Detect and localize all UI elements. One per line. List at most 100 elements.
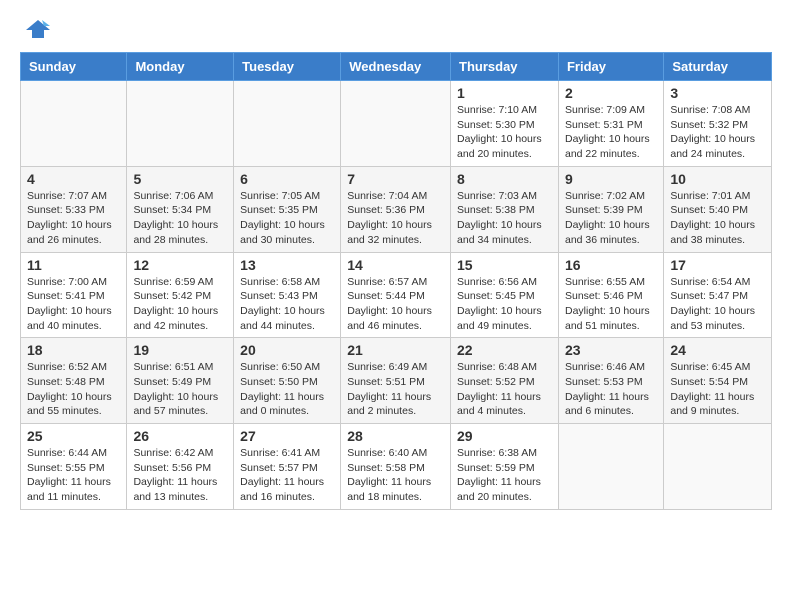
day-number: 5 bbox=[133, 171, 227, 187]
weekday-header-saturday: Saturday bbox=[664, 53, 772, 81]
calendar-cell: 28 Sunrise: 6:40 AM Sunset: 5:58 PM Dayli… bbox=[341, 424, 451, 510]
day-info: Sunrise: 6:40 AM Sunset: 5:58 PM Dayligh… bbox=[347, 446, 444, 505]
day-number: 26 bbox=[133, 428, 227, 444]
day-number: 22 bbox=[457, 342, 552, 358]
day-info: Sunrise: 6:44 AM Sunset: 5:55 PM Dayligh… bbox=[27, 446, 120, 505]
day-info: Sunrise: 7:04 AM Sunset: 5:36 PM Dayligh… bbox=[347, 189, 444, 248]
day-info: Sunrise: 7:03 AM Sunset: 5:38 PM Dayligh… bbox=[457, 189, 552, 248]
page-header bbox=[20, 16, 772, 40]
day-info: Sunrise: 7:10 AM Sunset: 5:30 PM Dayligh… bbox=[457, 103, 552, 162]
calendar-cell: 4 Sunrise: 7:07 AM Sunset: 5:33 PM Daylig… bbox=[21, 166, 127, 252]
weekday-header-sunday: Sunday bbox=[21, 53, 127, 81]
day-info: Sunrise: 6:59 AM Sunset: 5:42 PM Dayligh… bbox=[133, 275, 227, 334]
day-number: 21 bbox=[347, 342, 444, 358]
calendar-cell: 17 Sunrise: 6:54 AM Sunset: 5:47 PM Dayli… bbox=[664, 252, 772, 338]
calendar-cell: 24 Sunrise: 6:45 AM Sunset: 5:54 PM Dayli… bbox=[664, 338, 772, 424]
week-row-4: 18 Sunrise: 6:52 AM Sunset: 5:48 PM Dayli… bbox=[21, 338, 772, 424]
weekday-header-friday: Friday bbox=[558, 53, 663, 81]
day-number: 23 bbox=[565, 342, 657, 358]
calendar-cell bbox=[664, 424, 772, 510]
calendar-cell: 6 Sunrise: 7:05 AM Sunset: 5:35 PM Daylig… bbox=[234, 166, 341, 252]
calendar-cell: 5 Sunrise: 7:06 AM Sunset: 5:34 PM Daylig… bbox=[127, 166, 234, 252]
day-number: 3 bbox=[670, 85, 765, 101]
day-info: Sunrise: 6:41 AM Sunset: 5:57 PM Dayligh… bbox=[240, 446, 334, 505]
day-info: Sunrise: 6:56 AM Sunset: 5:45 PM Dayligh… bbox=[457, 275, 552, 334]
week-row-1: 1 Sunrise: 7:10 AM Sunset: 5:30 PM Daylig… bbox=[21, 81, 772, 167]
day-number: 7 bbox=[347, 171, 444, 187]
calendar-cell bbox=[558, 424, 663, 510]
day-info: Sunrise: 6:55 AM Sunset: 5:46 PM Dayligh… bbox=[565, 275, 657, 334]
day-info: Sunrise: 6:42 AM Sunset: 5:56 PM Dayligh… bbox=[133, 446, 227, 505]
day-info: Sunrise: 7:09 AM Sunset: 5:31 PM Dayligh… bbox=[565, 103, 657, 162]
calendar-cell: 25 Sunrise: 6:44 AM Sunset: 5:55 PM Dayli… bbox=[21, 424, 127, 510]
weekday-header-row: SundayMondayTuesdayWednesdayThursdayFrid… bbox=[21, 53, 772, 81]
calendar-cell: 14 Sunrise: 6:57 AM Sunset: 5:44 PM Dayli… bbox=[341, 252, 451, 338]
day-info: Sunrise: 6:45 AM Sunset: 5:54 PM Dayligh… bbox=[670, 360, 765, 419]
day-number: 9 bbox=[565, 171, 657, 187]
day-info: Sunrise: 7:00 AM Sunset: 5:41 PM Dayligh… bbox=[27, 275, 120, 334]
day-number: 4 bbox=[27, 171, 120, 187]
day-info: Sunrise: 7:01 AM Sunset: 5:40 PM Dayligh… bbox=[670, 189, 765, 248]
calendar-cell: 8 Sunrise: 7:03 AM Sunset: 5:38 PM Daylig… bbox=[451, 166, 559, 252]
calendar-table: SundayMondayTuesdayWednesdayThursdayFrid… bbox=[20, 52, 772, 510]
day-info: Sunrise: 6:38 AM Sunset: 5:59 PM Dayligh… bbox=[457, 446, 552, 505]
calendar-cell: 21 Sunrise: 6:49 AM Sunset: 5:51 PM Dayli… bbox=[341, 338, 451, 424]
calendar-cell: 29 Sunrise: 6:38 AM Sunset: 5:59 PM Dayli… bbox=[451, 424, 559, 510]
calendar-cell: 27 Sunrise: 6:41 AM Sunset: 5:57 PM Dayli… bbox=[234, 424, 341, 510]
day-info: Sunrise: 6:52 AM Sunset: 5:48 PM Dayligh… bbox=[27, 360, 120, 419]
day-info: Sunrise: 6:51 AM Sunset: 5:49 PM Dayligh… bbox=[133, 360, 227, 419]
calendar-cell: 16 Sunrise: 6:55 AM Sunset: 5:46 PM Dayli… bbox=[558, 252, 663, 338]
day-info: Sunrise: 6:54 AM Sunset: 5:47 PM Dayligh… bbox=[670, 275, 765, 334]
day-number: 25 bbox=[27, 428, 120, 444]
week-row-5: 25 Sunrise: 6:44 AM Sunset: 5:55 PM Dayli… bbox=[21, 424, 772, 510]
day-number: 10 bbox=[670, 171, 765, 187]
day-info: Sunrise: 6:48 AM Sunset: 5:52 PM Dayligh… bbox=[457, 360, 552, 419]
calendar-cell: 15 Sunrise: 6:56 AM Sunset: 5:45 PM Dayli… bbox=[451, 252, 559, 338]
day-number: 1 bbox=[457, 85, 552, 101]
calendar-cell: 20Sunrise: 6:50 AM Sunset: 5:50 PM Dayli… bbox=[234, 338, 341, 424]
calendar-cell bbox=[234, 81, 341, 167]
calendar-cell: 23Sunrise: 6:46 AM Sunset: 5:53 PM Dayli… bbox=[558, 338, 663, 424]
calendar-cell: 10 Sunrise: 7:01 AM Sunset: 5:40 PM Dayli… bbox=[664, 166, 772, 252]
weekday-header-monday: Monday bbox=[127, 53, 234, 81]
day-number: 24 bbox=[670, 342, 765, 358]
day-number: 18 bbox=[27, 342, 120, 358]
calendar-cell: 12 Sunrise: 6:59 AM Sunset: 5:42 PM Dayli… bbox=[127, 252, 234, 338]
calendar-cell bbox=[21, 81, 127, 167]
calendar-cell bbox=[127, 81, 234, 167]
day-info: Sunrise: 6:49 AM Sunset: 5:51 PM Dayligh… bbox=[347, 360, 444, 419]
week-row-2: 4 Sunrise: 7:07 AM Sunset: 5:33 PM Daylig… bbox=[21, 166, 772, 252]
day-info: Sunrise: 7:05 AM Sunset: 5:35 PM Dayligh… bbox=[240, 189, 334, 248]
weekday-header-wednesday: Wednesday bbox=[341, 53, 451, 81]
day-info: Sunrise: 7:08 AM Sunset: 5:32 PM Dayligh… bbox=[670, 103, 765, 162]
day-number: 8 bbox=[457, 171, 552, 187]
day-info: Sunrise: 6:58 AM Sunset: 5:43 PM Dayligh… bbox=[240, 275, 334, 334]
logo-bird-icon bbox=[24, 16, 52, 44]
calendar-cell: 2 Sunrise: 7:09 AM Sunset: 5:31 PM Daylig… bbox=[558, 81, 663, 167]
calendar-cell: 19 Sunrise: 6:51 AM Sunset: 5:49 PM Dayli… bbox=[127, 338, 234, 424]
weekday-header-thursday: Thursday bbox=[451, 53, 559, 81]
calendar-cell bbox=[341, 81, 451, 167]
day-info: Sunrise: 6:50 AM Sunset: 5:50 PM Dayligh… bbox=[240, 360, 334, 419]
calendar-cell: 7 Sunrise: 7:04 AM Sunset: 5:36 PM Daylig… bbox=[341, 166, 451, 252]
day-number: 27 bbox=[240, 428, 334, 444]
day-info: Sunrise: 7:06 AM Sunset: 5:34 PM Dayligh… bbox=[133, 189, 227, 248]
calendar-cell: 9 Sunrise: 7:02 AM Sunset: 5:39 PM Daylig… bbox=[558, 166, 663, 252]
day-number: 16 bbox=[565, 257, 657, 273]
logo bbox=[20, 16, 52, 40]
calendar-cell: 22 Sunrise: 6:48 AM Sunset: 5:52 PM Dayli… bbox=[451, 338, 559, 424]
day-number: 19 bbox=[133, 342, 227, 358]
week-row-3: 11Sunrise: 7:00 AM Sunset: 5:41 PM Dayli… bbox=[21, 252, 772, 338]
day-number: 14 bbox=[347, 257, 444, 273]
weekday-header-tuesday: Tuesday bbox=[234, 53, 341, 81]
day-info: Sunrise: 7:07 AM Sunset: 5:33 PM Dayligh… bbox=[27, 189, 120, 248]
day-number: 28 bbox=[347, 428, 444, 444]
day-number: 6 bbox=[240, 171, 334, 187]
day-number: 17 bbox=[670, 257, 765, 273]
day-number: 15 bbox=[457, 257, 552, 273]
day-info: Sunrise: 7:02 AM Sunset: 5:39 PM Dayligh… bbox=[565, 189, 657, 248]
day-info: Sunrise: 6:57 AM Sunset: 5:44 PM Dayligh… bbox=[347, 275, 444, 334]
day-number: 2 bbox=[565, 85, 657, 101]
day-number: 12 bbox=[133, 257, 227, 273]
day-number: 29 bbox=[457, 428, 552, 444]
